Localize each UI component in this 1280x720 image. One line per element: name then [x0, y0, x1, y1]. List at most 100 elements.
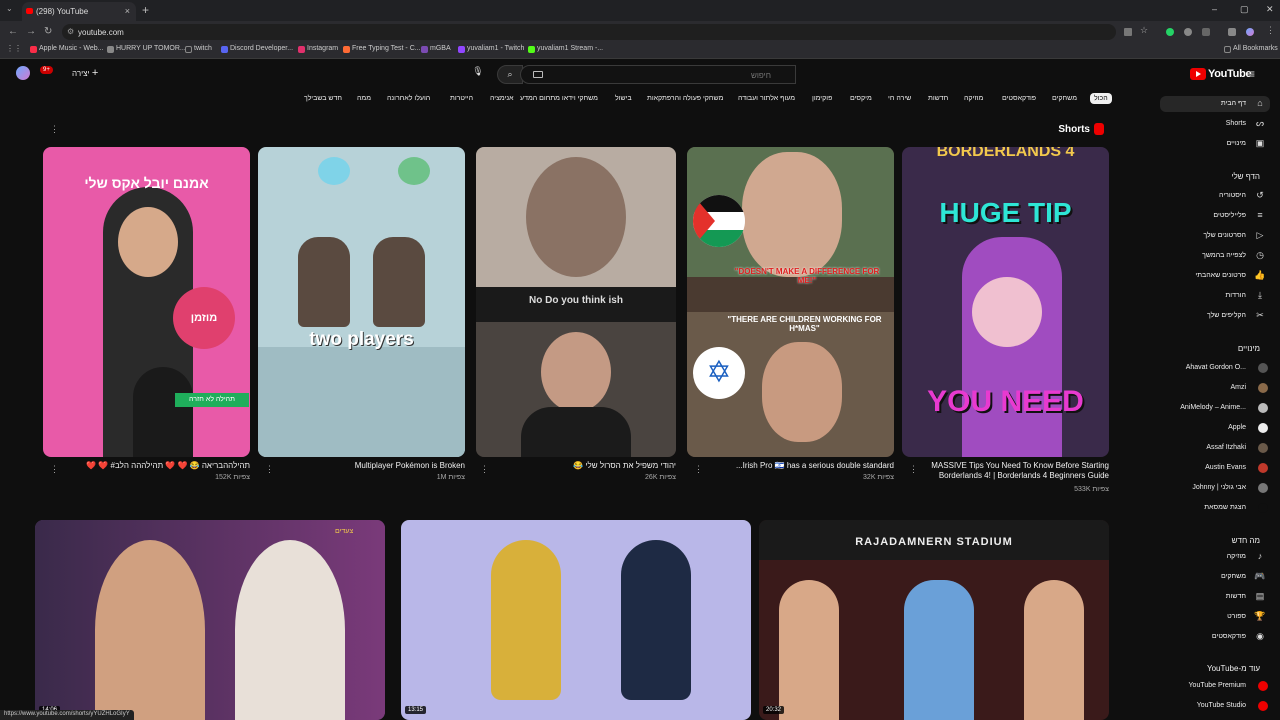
sidebar-subscriptions-heading[interactable]: מינויים	[1160, 344, 1260, 353]
bookmark-6[interactable]: mGBA	[421, 45, 451, 53]
sidebar-more-heading[interactable]: YouTube-עוד מ	[1160, 664, 1260, 673]
sidebar-item-podcasts[interactable]: פודקאסטים ◉	[1160, 629, 1270, 645]
search-input[interactable]	[531, 68, 771, 82]
chip[interactable]: ממה	[357, 95, 371, 102]
short-title[interactable]: 😂 יהודי משפיל את הסרול שלי	[476, 461, 676, 470]
bookmark-0[interactable]: Apple Music - Web...	[30, 45, 103, 53]
chip[interactable]: משחקי וידאו מתחום המדע	[520, 95, 598, 102]
reload-icon[interactable]: ↻	[44, 26, 52, 37]
voice-search-icon[interactable]: 🎙	[470, 66, 486, 82]
chip[interactable]: חדש בשבילך	[304, 95, 342, 102]
short-card[interactable]: "DOESN'T MAKE A DIFFERENCE FOR ME!" "THE…	[687, 147, 894, 457]
chip[interactable]: בישול	[615, 95, 632, 102]
minimize-icon[interactable]: –	[1212, 4, 1217, 14]
chip[interactable]: הייטרות	[450, 95, 473, 102]
sidebar-item-subscription[interactable]: Apple	[1160, 420, 1270, 436]
bookmark-4[interactable]: Instagram	[298, 45, 338, 53]
apps-icon[interactable]: ⋮⋮	[6, 44, 22, 53]
sidebar-item-subscriptions[interactable]: מינויים ▣	[1160, 136, 1270, 152]
install-app-icon[interactable]	[1124, 28, 1132, 36]
bookmark-8[interactable]: yuvaliam1 Stream -...	[528, 45, 603, 53]
chip[interactable]: משחקים	[1052, 95, 1077, 102]
sidebar-item-subscription[interactable]: AniMelody – Anime...	[1160, 400, 1270, 416]
video-thumbnail[interactable]: צעדים 14:06	[35, 520, 385, 720]
sidebar-item-subscription[interactable]: Johnny | אבי גולני	[1160, 480, 1270, 496]
short-card[interactable]: No Do you think ish	[476, 147, 676, 457]
sidebar-item-youtube-product[interactable]: YouTube Premium	[1160, 678, 1270, 694]
sidebar-item-shorts[interactable]: Shorts ᔕ	[1160, 116, 1270, 132]
short-title[interactable]: ...Irish Pro 🇮🇱 has a serious double sta…	[687, 461, 894, 470]
short-card[interactable]: BORDERLANDS 4 HUGE TIP YOU NEED	[902, 147, 1109, 457]
bookmark-star-icon[interactable]: ☆	[1140, 25, 1148, 36]
chip[interactable]: חדשות	[928, 95, 948, 102]
youtube-logo[interactable]: YouTube	[1190, 68, 1252, 80]
chip[interactable]: הכול	[1090, 93, 1112, 104]
chip[interactable]: אנימציה	[490, 95, 514, 102]
sidebar-item-liked[interactable]: סרטונים שאהבתי 👍	[1160, 268, 1270, 284]
sidebar-item-history[interactable]: היסטוריה ↺	[1160, 188, 1270, 204]
sidebar-item-playlists[interactable]: פלייליסטים ≡	[1160, 208, 1270, 224]
create-button[interactable]: יצירה +	[72, 67, 98, 79]
chip[interactable]: מוזיקה	[964, 95, 983, 102]
sidebar-item-subscription[interactable]: Austin Evans	[1160, 460, 1270, 476]
sidebar-item-your-videos[interactable]: הסרטונים שלך ▷	[1160, 228, 1270, 244]
chip[interactable]: מיקסים	[850, 95, 872, 102]
chip[interactable]: פוקימון	[812, 95, 832, 102]
video-thumbnail[interactable]: RAJADAMNERN STADIUM 20:32	[759, 520, 1109, 720]
sidebar-item-gaming[interactable]: משחקים 🎮	[1160, 569, 1270, 585]
all-bookmarks[interactable]: All Bookmarks	[1224, 45, 1278, 53]
new-tab-icon[interactable]: +	[142, 3, 149, 17]
short-card[interactable]: אמנם יובל אקס שלי מוזמן תהילה לא חזרה	[43, 147, 250, 457]
sidebar-item-news[interactable]: חדשות ▤	[1160, 589, 1270, 605]
sidebar-item-subscription[interactable]: Ahavat Gordon O...	[1160, 360, 1270, 376]
short-more-icon[interactable]: ⋮	[480, 464, 489, 475]
sidebar-item-watch-later[interactable]: לצפייה בהמשך ◷	[1160, 248, 1270, 264]
chip[interactable]: משחקי פעולה והרפתקאות	[647, 95, 723, 102]
forward-icon[interactable]: →	[26, 26, 36, 37]
account-avatar[interactable]	[16, 66, 30, 80]
back-icon[interactable]: ←	[8, 26, 18, 37]
sidebar-item-subscription[interactable]: Amzi	[1160, 380, 1270, 396]
bookmark-3[interactable]: Discord Developer...	[221, 45, 293, 53]
short-more-icon[interactable]: ⋮	[265, 464, 274, 475]
short-title[interactable]: MASSIVE Tips You Need To Know Before Sta…	[902, 461, 1109, 481]
short-more-icon[interactable]: ⋮	[909, 464, 918, 475]
extension-whatsapp-icon[interactable]	[1166, 28, 1174, 36]
address-bar[interactable]: ⚙ youtube.com	[62, 24, 1116, 40]
sidebar-item-youtube-product[interactable]: YouTube Studio	[1160, 698, 1270, 714]
close-tab-icon[interactable]: ×	[125, 6, 130, 16]
short-title[interactable]: ❤️ ❤️ #תהילההבריאה 😂 ❤️ ❤️ תהילההה הלב	[43, 461, 250, 470]
chip[interactable]: הועלו לאחרונה	[387, 95, 430, 102]
chip[interactable]: שירה חי	[888, 95, 911, 102]
sidebar-item-downloads[interactable]: הורדות ⤓	[1160, 288, 1270, 304]
bookmark-2[interactable]: twitch	[185, 45, 212, 53]
short-title[interactable]: Multiplayer Pokémon is Broken	[258, 461, 465, 470]
short-card[interactable]: two players	[258, 147, 465, 457]
bookmark-1[interactable]: HURRY UP TOMOR...	[107, 45, 186, 53]
short-more-icon[interactable]: ⋮	[50, 464, 59, 475]
sidebar-item-music[interactable]: מוזיקה ♪	[1160, 549, 1270, 565]
sidebar-explore-heading[interactable]: מה חדש	[1160, 536, 1260, 545]
tab-search-icon[interactable]: ⌄	[6, 4, 13, 13]
site-info-icon[interactable]: ⚙	[67, 27, 74, 36]
bookmark-7[interactable]: yuvaliam1 - Twitch	[458, 45, 524, 53]
bookmark-5[interactable]: Free Typing Test - C...	[343, 45, 421, 53]
maximize-icon[interactable]: ▢	[1240, 4, 1249, 15]
sidebar-item-subscription[interactable]: הצגת שמסאת	[1160, 500, 1270, 516]
profile-avatar-icon[interactable]	[1246, 28, 1254, 36]
short-more-icon[interactable]: ⋮	[694, 464, 703, 475]
sidebar-you-heading[interactable]: הדף שלי	[1160, 172, 1260, 181]
sidebar-item-home[interactable]: דף הבית ⌂	[1160, 96, 1270, 112]
extensions-puzzle-icon[interactable]	[1202, 28, 1210, 36]
video-thumbnail[interactable]: 13:15	[401, 520, 751, 720]
sidebar-item-trophy[interactable]: ספורט 🏆	[1160, 609, 1270, 625]
chip[interactable]: פודקאסטים	[1002, 95, 1036, 102]
sidebar-item-clips[interactable]: הקליפים שלך ✂	[1160, 308, 1270, 324]
extension-icon[interactable]	[1184, 28, 1192, 36]
sidebar-item-subscription[interactable]: Assaf Itzhaki	[1160, 440, 1270, 456]
browser-tab[interactable]: (298) YouTube ×	[22, 2, 136, 21]
menu-icon[interactable]: ≡	[1248, 67, 1255, 81]
shelf-more-icon[interactable]: ⋮	[50, 124, 59, 135]
side-panel-icon[interactable]	[1228, 28, 1236, 36]
chip[interactable]: מעוף אלתור ועבודה	[738, 95, 795, 102]
